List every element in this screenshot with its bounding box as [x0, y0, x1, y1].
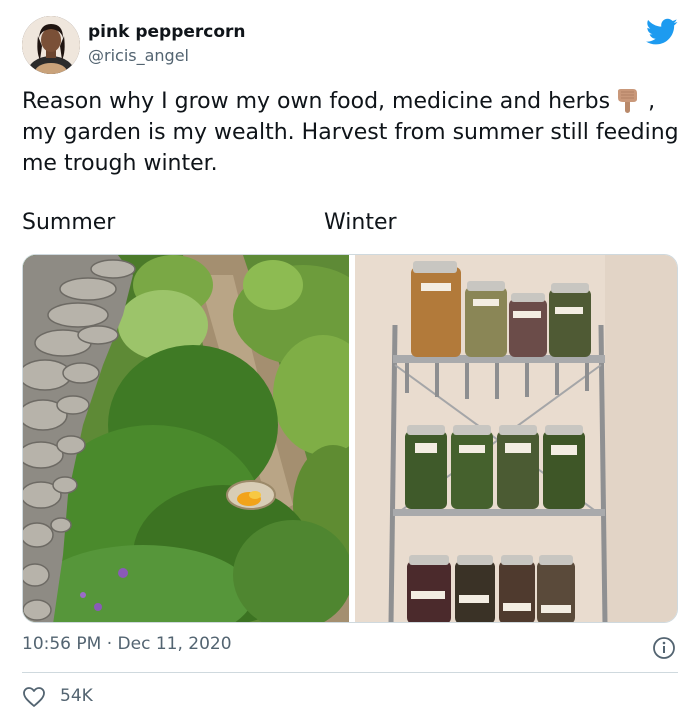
pointing-down-hand-emoji-icon — [615, 88, 641, 114]
label-winter: Winter — [324, 210, 397, 235]
tweet-media — [22, 254, 678, 623]
winter-herb-jars-photo[interactable] — [355, 255, 677, 622]
label-summer: Summer — [22, 210, 116, 235]
avatar[interactable] — [22, 16, 80, 74]
display-name[interactable]: pink peppercorn — [88, 22, 246, 42]
divider — [22, 672, 678, 673]
tweet-text-part1: Reason why I grow my own food, medicine … — [22, 89, 611, 114]
tweet-timestamp[interactable]: 10:56 PM · Dec 11, 2020 — [22, 634, 232, 654]
info-icon[interactable] — [652, 636, 676, 660]
twitter-bird-icon — [646, 18, 678, 46]
user-handle[interactable]: @ricis_angel — [88, 46, 189, 65]
like-count[interactable]: 54K — [60, 686, 93, 706]
tweet-text: Reason why I grow my own food, medicine … — [22, 86, 682, 179]
heart-icon[interactable] — [22, 686, 46, 708]
summer-garden-photo[interactable] — [23, 255, 373, 622]
